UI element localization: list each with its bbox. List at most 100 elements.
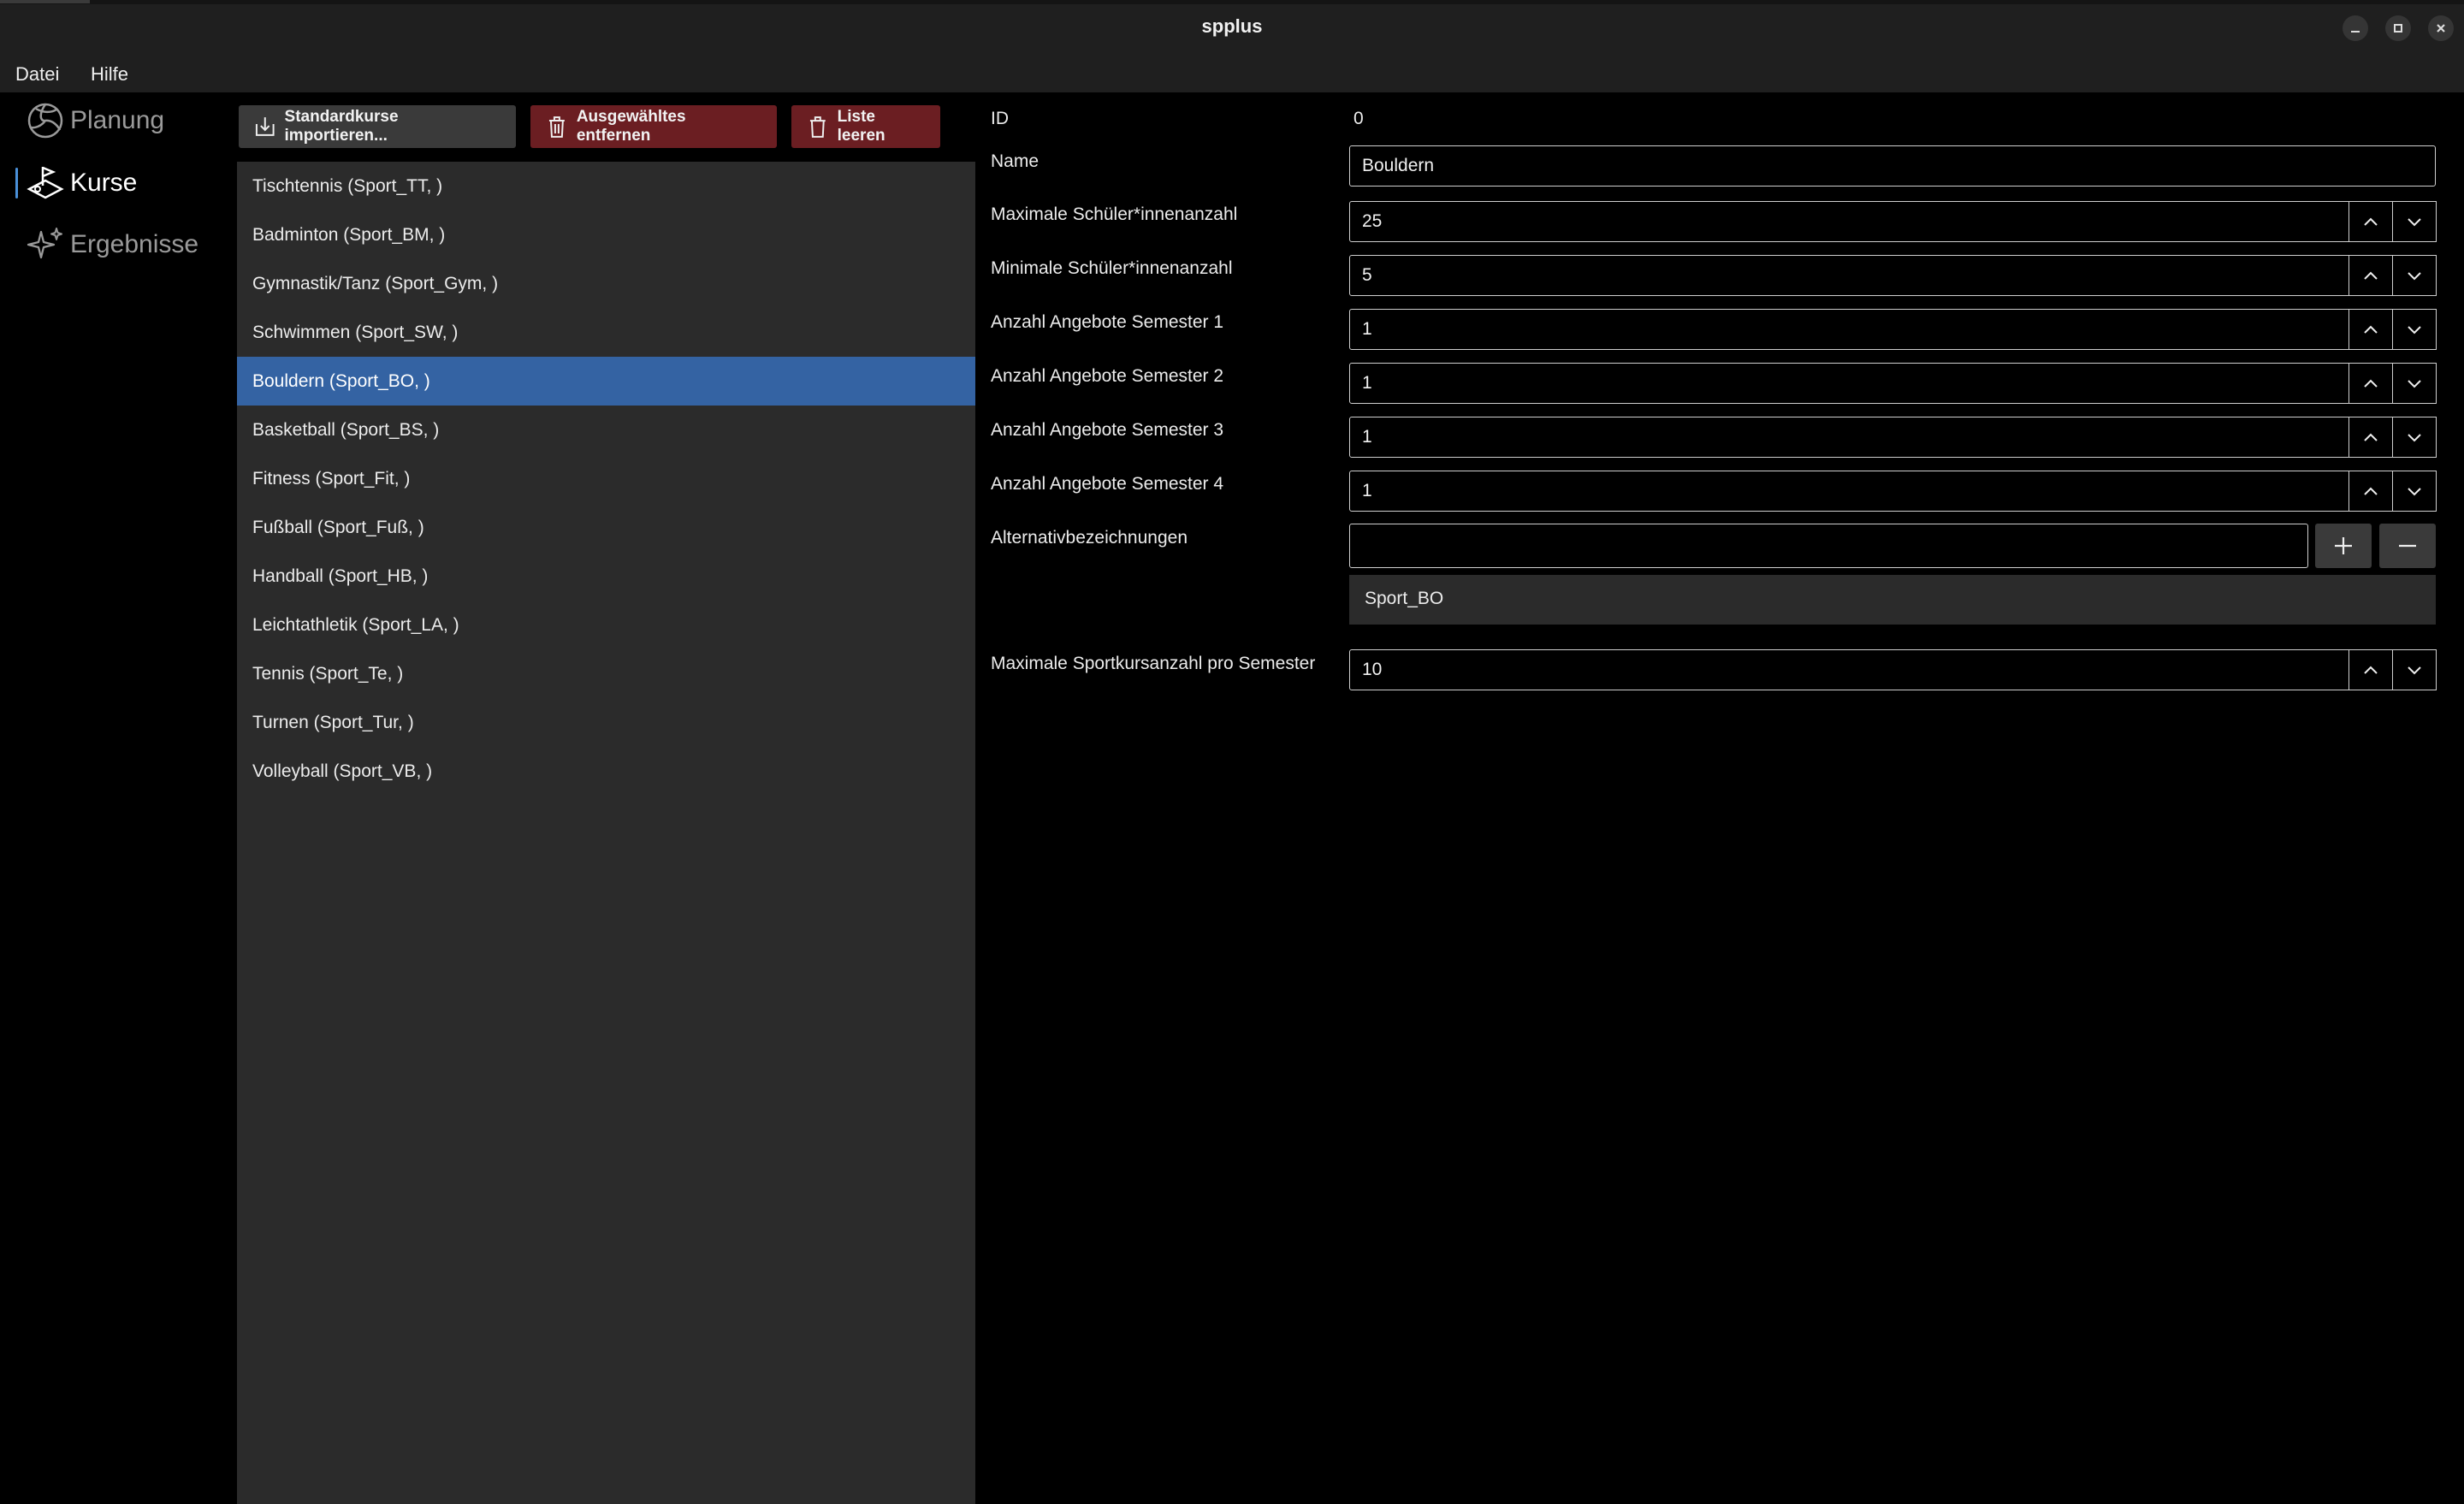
close-button[interactable] <box>2428 15 2454 41</box>
max-students-label: Maximale Schüler*innenanzahl <box>991 204 1238 224</box>
semester-1-label: Anzahl Angebote Semester 1 <box>991 312 1224 332</box>
window-title: spplus <box>1201 15 1263 37</box>
title-bar-top-segment <box>0 0 90 3</box>
course-list-item[interactable]: Basketball (Sport_BS, ) <box>237 406 975 454</box>
increment-button[interactable] <box>2348 649 2393 690</box>
min-students-value: 5 <box>1362 265 1372 285</box>
course-list-item[interactable]: Tennis (Sport_Te, ) <box>237 649 975 698</box>
decrement-button[interactable] <box>2392 309 2437 350</box>
semester-3-value: 1 <box>1362 427 1372 447</box>
close-icon <box>2437 24 2445 33</box>
chevron-down-icon <box>2408 666 2421 675</box>
course-list-item[interactable]: Fußball (Sport_Fuß, ) <box>237 503 975 552</box>
semester-2-label: Anzahl Angebote Semester 2 <box>991 366 1224 386</box>
clear-button-label: Liste leeren <box>837 108 886 145</box>
chevron-down-icon <box>2408 434 2421 442</box>
decrement-button[interactable] <box>2392 649 2437 690</box>
remove-alt-name-button[interactable] <box>2379 524 2436 568</box>
course-list-item[interactable]: Gymnastik/Tanz (Sport_Gym, ) <box>237 259 975 308</box>
decrement-button[interactable] <box>2392 471 2437 512</box>
sport-field-icon <box>27 166 64 199</box>
course-list-item[interactable]: Turnen (Sport_Tur, ) <box>237 698 975 747</box>
chevron-up-icon <box>2364 379 2378 388</box>
increment-button[interactable] <box>2348 417 2393 458</box>
nav-item-planung[interactable]: Planung <box>26 99 164 142</box>
chevron-up-icon <box>2364 433 2378 441</box>
chevron-down-icon <box>2408 218 2421 227</box>
decrement-button[interactable] <box>2392 255 2437 296</box>
minimize-button[interactable] <box>2343 15 2368 41</box>
id-value: 0 <box>1353 109 1364 128</box>
import-standard-courses-button[interactable]: Standardkurse importieren... <box>239 105 516 148</box>
decrement-button[interactable] <box>2392 201 2437 242</box>
course-list-item[interactable]: Leichtathletik (Sport_LA, ) <box>237 601 975 649</box>
increment-button[interactable] <box>2348 201 2393 242</box>
trash-icon <box>548 116 565 138</box>
semester-1-value: 1 <box>1362 319 1372 339</box>
increment-button[interactable] <box>2348 309 2393 350</box>
minimize-icon <box>2351 31 2360 33</box>
name-field[interactable]: Bouldern <box>1349 145 2436 187</box>
import-button-label: Standardkurse importieren... <box>284 108 399 145</box>
semester-3-label: Anzahl Angebote Semester 3 <box>991 420 1224 440</box>
max-courses-per-semester-spinbox[interactable]: 10 <box>1349 649 2437 690</box>
chevron-down-icon <box>2408 488 2421 496</box>
course-list-item[interactable]: Tischtennis (Sport_TT, ) <box>237 162 975 210</box>
title-bar-top-border <box>0 0 2464 4</box>
trash-icon <box>809 116 826 138</box>
semester-4-spinbox[interactable]: 1 <box>1349 471 2437 512</box>
max-students-spinbox[interactable]: 25 <box>1349 201 2437 242</box>
semester-2-spinbox[interactable]: 1 <box>1349 363 2437 404</box>
increment-button[interactable] <box>2348 255 2393 296</box>
semester-4-label: Anzahl Angebote Semester 4 <box>991 474 1224 494</box>
clear-list-button[interactable]: Liste leeren <box>791 105 940 148</box>
chevron-up-icon <box>2364 217 2378 226</box>
decrement-button[interactable] <box>2392 363 2437 404</box>
nav-item-kurse[interactable]: Kurse <box>26 162 137 204</box>
nav-item-ergebnisse[interactable]: Ergebnisse <box>26 223 198 266</box>
nav-label-kurse: Kurse <box>70 169 138 197</box>
remove-button-label: Ausgewähltes entfernen <box>576 108 686 145</box>
nav-label-ergebnisse: Ergebnisse <box>70 230 199 258</box>
semester-4-value: 1 <box>1362 481 1372 500</box>
min-students-label: Minimale Schüler*innenanzahl <box>991 258 1233 278</box>
menu-datei[interactable]: Datei <box>15 63 59 86</box>
increment-button[interactable] <box>2348 363 2393 404</box>
decrement-button[interactable] <box>2392 417 2437 458</box>
course-list-item[interactable]: Volleyball (Sport_VB, ) <box>237 747 975 796</box>
course-list-item[interactable]: Handball (Sport_HB, ) <box>237 552 975 601</box>
chevron-down-icon <box>2408 380 2421 388</box>
course-list-item[interactable]: Bouldern (Sport_BO, ) <box>237 357 975 406</box>
increment-button[interactable] <box>2348 471 2393 512</box>
minus-icon <box>2399 544 2416 548</box>
name-label: Name <box>991 151 1040 171</box>
semester-1-spinbox[interactable]: 1 <box>1349 309 2437 350</box>
plus-icon <box>2335 537 2352 554</box>
remove-selected-button[interactable]: Ausgewähltes entfernen <box>530 105 777 148</box>
download-icon <box>255 117 275 136</box>
sparkle-icon <box>27 228 62 259</box>
course-list-item[interactable]: Schwimmen (Sport_SW, ) <box>237 308 975 357</box>
min-students-spinbox[interactable]: 5 <box>1349 255 2437 296</box>
chevron-up-icon <box>2364 271 2378 280</box>
chevron-down-icon <box>2408 272 2421 281</box>
course-list[interactable]: Tischtennis (Sport_TT, ) Badminton (Sport… <box>237 162 975 1504</box>
alt-name-item[interactable]: Sport_BO <box>1365 589 1443 609</box>
nav-active-indicator <box>15 168 18 198</box>
course-list-item[interactable]: Badminton (Sport_BM, ) <box>237 210 975 259</box>
nav-label-planung: Planung <box>70 106 165 134</box>
alt-names-label: Alternativbezeichnungen <box>991 528 1188 548</box>
alt-name-input[interactable] <box>1349 524 2308 568</box>
semester-2-value: 1 <box>1362 373 1372 393</box>
chevron-up-icon <box>2364 666 2378 674</box>
max-students-value: 25 <box>1362 211 1383 231</box>
maximize-button[interactable] <box>2385 15 2411 41</box>
menu-bar: Datei Hilfe <box>0 55 2464 92</box>
semester-3-spinbox[interactable]: 1 <box>1349 417 2437 458</box>
alt-names-list[interactable]: Sport_BO <box>1349 575 2436 625</box>
add-alt-name-button[interactable] <box>2315 524 2372 568</box>
menu-hilfe[interactable]: Hilfe <box>91 63 128 86</box>
max-courses-per-semester-label: Maximale Sportkursanzahl pro Semester <box>991 654 1316 673</box>
maximize-icon <box>2394 24 2402 33</box>
course-list-item[interactable]: Fitness (Sport_Fit, ) <box>237 454 975 503</box>
